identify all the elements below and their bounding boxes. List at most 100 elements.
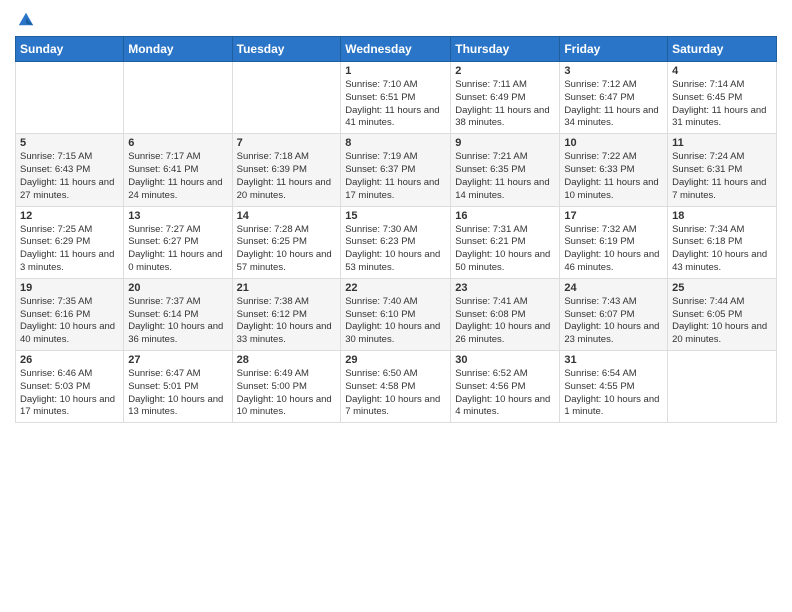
day-info: Sunrise: 7:22 AM Sunset: 6:33 PM Dayligh… [564,151,663,202]
calendar-day-25: 25Sunrise: 7:44 AM Sunset: 6:05 PM Dayli… [668,278,777,350]
day-number: 15 [345,210,446,222]
calendar-day-9: 9 Sunrise: 7:21 AM Sunset: 6:35 PM Daylig… [451,134,560,206]
calendar-day-28: 28 Sunrise: 6:49 AM Sunset: 5:00 PM Dayli… [232,351,341,423]
col-header-saturday: Saturday [668,37,777,62]
day-number: 26 [20,354,119,366]
day-info: Sunrise: 7:27 AM Sunset: 6:27 PM Dayligh… [128,224,227,275]
calendar-day-5: 5 Sunrise: 7:15 AM Sunset: 6:43 PM Daylig… [16,134,124,206]
day-number: 21 [237,282,337,294]
day-info: Sunrise: 6:54 AM Sunset: 4:55 PM Dayligh… [564,368,663,419]
day-info: Sunrise: 7:30 AM Sunset: 6:23 PM Dayligh… [345,224,446,275]
day-number: 13 [128,210,227,222]
calendar-day-12: 12 Sunrise: 7:25 AM Sunset: 6:29 PM Dayli… [16,206,124,278]
calendar-day-26: 26 Sunrise: 6:46 AM Sunset: 5:03 PM Dayli… [16,351,124,423]
calendar-day-14: 14 Sunrise: 7:28 AM Sunset: 6:25 PM Dayli… [232,206,341,278]
day-number: 29 [345,354,446,366]
col-header-wednesday: Wednesday [341,37,451,62]
day-number: 8 [345,137,446,149]
day-number: 9 [455,137,555,149]
calendar-day-22: 22 Sunrise: 7:40 AM Sunset: 6:10 PM Dayli… [341,278,451,350]
day-number: 22 [345,282,446,294]
day-info: Sunrise: 7:37 AM Sunset: 6:14 PM Dayligh… [128,296,227,347]
day-info: Sunrise: 7:14 AM Sunset: 6:45 PM Dayligh… [672,79,772,130]
day-number: 19 [20,282,119,294]
day-info: Sunrise: 6:49 AM Sunset: 5:00 PM Dayligh… [237,368,337,419]
calendar-table: SundayMondayTuesdayWednesdayThursdayFrid… [15,36,777,423]
day-info: Sunrise: 7:18 AM Sunset: 6:39 PM Dayligh… [237,151,337,202]
day-info: Sunrise: 7:40 AM Sunset: 6:10 PM Dayligh… [345,296,446,347]
calendar-day-21: 21 Sunrise: 7:38 AM Sunset: 6:12 PM Dayli… [232,278,341,350]
calendar-day-23: 23 Sunrise: 7:41 AM Sunset: 6:08 PM Dayli… [451,278,560,350]
calendar-day-10: 10 Sunrise: 7:22 AM Sunset: 6:33 PM Dayli… [560,134,668,206]
calendar-day-16: 16Sunrise: 7:31 AM Sunset: 6:21 PM Dayli… [451,206,560,278]
col-header-monday: Monday [124,37,232,62]
day-info: Sunrise: 7:11 AM Sunset: 6:49 PM Dayligh… [455,79,555,130]
day-number: 14 [237,210,337,222]
day-number: 2 [455,65,555,77]
day-info: Sunrise: 6:47 AM Sunset: 5:01 PM Dayligh… [128,368,227,419]
day-info: Sunrise: 7:17 AM Sunset: 6:41 PM Dayligh… [128,151,227,202]
day-number: 3 [564,65,663,77]
day-number: 31 [564,354,663,366]
day-number: 16 [455,210,555,222]
day-info: Sunrise: 7:24 AM Sunset: 6:31 PM Dayligh… [672,151,772,202]
day-number: 17 [564,210,663,222]
col-header-thursday: Thursday [451,37,560,62]
calendar-day-27: 27 Sunrise: 6:47 AM Sunset: 5:01 PM Dayli… [124,351,232,423]
calendar-day-7: 7 Sunrise: 7:18 AM Sunset: 6:39 PM Daylig… [232,134,341,206]
day-info: Sunrise: 7:21 AM Sunset: 6:35 PM Dayligh… [455,151,555,202]
calendar-week-4: 26 Sunrise: 6:46 AM Sunset: 5:03 PM Dayli… [16,351,777,423]
header [15,10,777,28]
day-number: 23 [455,282,555,294]
calendar-day-3: 3 Sunrise: 7:12 AM Sunset: 6:47 PM Daylig… [560,62,668,134]
day-info: Sunrise: 7:10 AM Sunset: 6:51 PM Dayligh… [345,79,446,130]
calendar-day-8: 8 Sunrise: 7:19 AM Sunset: 6:37 PM Daylig… [341,134,451,206]
day-info: Sunrise: 7:15 AM Sunset: 6:43 PM Dayligh… [20,151,119,202]
calendar-week-3: 19 Sunrise: 7:35 AM Sunset: 6:16 PM Dayli… [16,278,777,350]
calendar-week-1: 5 Sunrise: 7:15 AM Sunset: 6:43 PM Daylig… [16,134,777,206]
day-info: Sunrise: 7:28 AM Sunset: 6:25 PM Dayligh… [237,224,337,275]
page: SundayMondayTuesdayWednesdayThursdayFrid… [0,0,792,612]
calendar-day-13: 13 Sunrise: 7:27 AM Sunset: 6:27 PM Dayli… [124,206,232,278]
logo-icon [17,10,35,28]
calendar-day-empty [16,62,124,134]
calendar-day-6: 6 Sunrise: 7:17 AM Sunset: 6:41 PM Daylig… [124,134,232,206]
day-number: 30 [455,354,555,366]
day-number: 28 [237,354,337,366]
calendar-day-15: 15 Sunrise: 7:30 AM Sunset: 6:23 PM Dayli… [341,206,451,278]
day-number: 5 [20,137,119,149]
day-number: 1 [345,65,446,77]
day-number: 25 [672,282,772,294]
day-number: 12 [20,210,119,222]
col-header-sunday: Sunday [16,37,124,62]
day-info: Sunrise: 7:12 AM Sunset: 6:47 PM Dayligh… [564,79,663,130]
day-number: 10 [564,137,663,149]
day-number: 4 [672,65,772,77]
calendar-day-1: 1 Sunrise: 7:10 AM Sunset: 6:51 PM Daylig… [341,62,451,134]
day-info: Sunrise: 6:50 AM Sunset: 4:58 PM Dayligh… [345,368,446,419]
day-info: Sunrise: 7:35 AM Sunset: 6:16 PM Dayligh… [20,296,119,347]
calendar-header-row: SundayMondayTuesdayWednesdayThursdayFrid… [16,37,777,62]
day-number: 11 [672,137,772,149]
day-number: 27 [128,354,227,366]
day-number: 6 [128,137,227,149]
day-number: 7 [237,137,337,149]
calendar-week-2: 12 Sunrise: 7:25 AM Sunset: 6:29 PM Dayli… [16,206,777,278]
col-header-friday: Friday [560,37,668,62]
day-info: Sunrise: 7:43 AM Sunset: 6:07 PM Dayligh… [564,296,663,347]
day-info: Sunrise: 7:25 AM Sunset: 6:29 PM Dayligh… [20,224,119,275]
day-number: 18 [672,210,772,222]
calendar-day-19: 19 Sunrise: 7:35 AM Sunset: 6:16 PM Dayli… [16,278,124,350]
calendar-day-30: 30Sunrise: 6:52 AM Sunset: 4:56 PM Dayli… [451,351,560,423]
day-info: Sunrise: 7:19 AM Sunset: 6:37 PM Dayligh… [345,151,446,202]
calendar-day-empty [668,351,777,423]
day-number: 24 [564,282,663,294]
calendar-day-11: 11 Sunrise: 7:24 AM Sunset: 6:31 PM Dayli… [668,134,777,206]
calendar-day-29: 29 Sunrise: 6:50 AM Sunset: 4:58 PM Dayli… [341,351,451,423]
calendar-day-empty [124,62,232,134]
day-info: Sunrise: 7:38 AM Sunset: 6:12 PM Dayligh… [237,296,337,347]
day-info: Sunrise: 7:41 AM Sunset: 6:08 PM Dayligh… [455,296,555,347]
day-info: Sunrise: 6:46 AM Sunset: 5:03 PM Dayligh… [20,368,119,419]
calendar-day-4: 4 Sunrise: 7:14 AM Sunset: 6:45 PM Daylig… [668,62,777,134]
calendar-day-empty [232,62,341,134]
